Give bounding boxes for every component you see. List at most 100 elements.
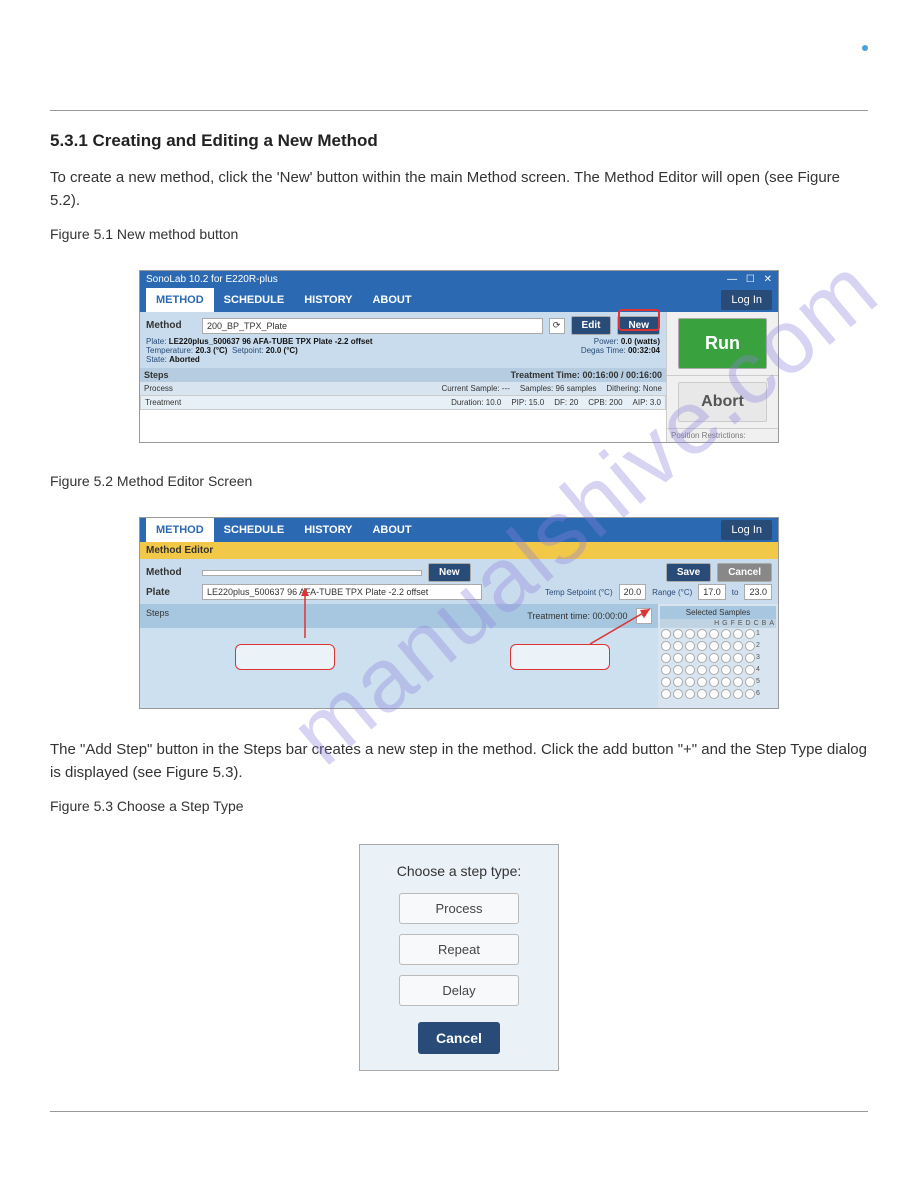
page-corner-dot: [862, 45, 868, 51]
close-icon[interactable]: ✕: [764, 274, 772, 285]
sample-col-headers: H G F E D C B A: [660, 619, 776, 628]
well[interactable]: [745, 641, 755, 651]
method-name-input[interactable]: [202, 570, 422, 576]
well[interactable]: [697, 629, 707, 639]
well[interactable]: [745, 629, 755, 639]
new-button-2[interactable]: New: [428, 563, 471, 582]
well[interactable]: [709, 689, 719, 699]
login-button[interactable]: Log In: [721, 290, 772, 310]
maximize-icon[interactable]: ☐: [746, 274, 755, 285]
range-hi-input[interactable]: 23.0: [744, 584, 772, 600]
dialog-cancel-button[interactable]: Cancel: [418, 1022, 500, 1054]
well[interactable]: [697, 653, 707, 663]
well[interactable]: [661, 665, 671, 675]
method-label: Method: [146, 320, 196, 331]
samples-count: Samples: 96 samples: [520, 384, 596, 393]
step-duration: Duration: 10.0: [451, 398, 501, 407]
process-label: Process: [144, 384, 173, 393]
tab-history-2[interactable]: HISTORY: [294, 518, 362, 542]
well[interactable]: [697, 665, 707, 675]
well[interactable]: [745, 665, 755, 675]
well[interactable]: [721, 653, 731, 663]
well[interactable]: [721, 677, 731, 687]
section-heading: 5.3.1 Creating and Editing a New Method: [50, 131, 868, 151]
step-delay-button[interactable]: Delay: [399, 975, 519, 1006]
method-editor-bar: Method Editor: [140, 542, 778, 559]
well[interactable]: [709, 629, 719, 639]
well[interactable]: [733, 641, 743, 651]
well[interactable]: [733, 689, 743, 699]
well[interactable]: [673, 665, 683, 675]
well[interactable]: [709, 641, 719, 651]
well[interactable]: [745, 689, 755, 699]
well[interactable]: [721, 641, 731, 651]
well[interactable]: [673, 641, 683, 651]
run-button[interactable]: Run: [678, 318, 767, 369]
tab-about[interactable]: ABOUT: [362, 288, 421, 312]
refresh-icon[interactable]: ⟳: [549, 318, 565, 334]
well[interactable]: [661, 629, 671, 639]
login-button-2[interactable]: Log In: [721, 520, 772, 540]
intro-text: To create a new method, click the 'New' …: [50, 167, 868, 212]
range-label: Range (°C): [652, 588, 692, 597]
well[interactable]: [685, 677, 695, 687]
well[interactable]: [685, 653, 695, 663]
tab-method[interactable]: METHOD: [146, 288, 214, 312]
step-aip: AIP: 3.0: [633, 398, 661, 407]
tab-schedule[interactable]: SCHEDULE: [214, 288, 295, 312]
well[interactable]: [745, 653, 755, 663]
step-repeat-button[interactable]: Repeat: [399, 934, 519, 965]
well[interactable]: [673, 677, 683, 687]
well[interactable]: [685, 665, 695, 675]
method-label-2: Method: [146, 567, 196, 578]
add-step-button[interactable]: +: [636, 608, 652, 624]
well[interactable]: [733, 653, 743, 663]
window-controls[interactable]: — ☐ ✕: [721, 274, 772, 285]
well[interactable]: [661, 677, 671, 687]
minimize-icon[interactable]: —: [727, 274, 737, 285]
well[interactable]: [721, 665, 731, 675]
new-button[interactable]: New: [617, 316, 660, 335]
method-field[interactable]: 200_BP_TPX_Plate: [202, 318, 543, 334]
well[interactable]: [685, 641, 695, 651]
tab-bar-2: METHOD SCHEDULE HISTORY ABOUT Log In: [140, 518, 778, 542]
well[interactable]: [721, 689, 731, 699]
plate-select[interactable]: LE220plus_500637 96 AFA-TUBE TPX Plate -…: [202, 584, 482, 600]
range-lo-input[interactable]: 17.0: [698, 584, 726, 600]
well[interactable]: [661, 641, 671, 651]
tab-history[interactable]: HISTORY: [294, 288, 362, 312]
well[interactable]: [709, 665, 719, 675]
tab-method-2[interactable]: METHOD: [146, 518, 214, 542]
well[interactable]: [697, 689, 707, 699]
window-titlebar: SonoLab 10.2 for E220R-plus — ☐ ✕: [140, 271, 778, 288]
well[interactable]: [733, 629, 743, 639]
well[interactable]: [661, 653, 671, 663]
setpoint-value: 20.0 (°C): [266, 346, 298, 355]
step-pip: PIP: 15.0: [511, 398, 544, 407]
temp-setpoint-input[interactable]: 20.0: [619, 584, 647, 600]
well[interactable]: [685, 629, 695, 639]
tab-about-2[interactable]: ABOUT: [362, 518, 421, 542]
save-button[interactable]: Save: [666, 563, 711, 582]
well[interactable]: [709, 653, 719, 663]
well[interactable]: [697, 641, 707, 651]
treatment-time-label: Treatment Time:: [511, 370, 580, 380]
well[interactable]: [721, 629, 731, 639]
well[interactable]: [733, 665, 743, 675]
step-treatment[interactable]: Treatment: [145, 398, 181, 407]
well[interactable]: [673, 653, 683, 663]
well[interactable]: [673, 689, 683, 699]
abort-button[interactable]: Abort: [678, 382, 767, 422]
cancel-button[interactable]: Cancel: [717, 563, 772, 582]
step-type-dialog: Choose a step type: Process Repeat Delay…: [359, 844, 559, 1071]
well[interactable]: [685, 689, 695, 699]
well[interactable]: [673, 629, 683, 639]
well[interactable]: [709, 677, 719, 687]
well[interactable]: [661, 689, 671, 699]
tab-schedule-2[interactable]: SCHEDULE: [214, 518, 295, 542]
well[interactable]: [733, 677, 743, 687]
well[interactable]: [745, 677, 755, 687]
edit-button[interactable]: Edit: [571, 316, 612, 335]
well[interactable]: [697, 677, 707, 687]
step-process-button[interactable]: Process: [399, 893, 519, 924]
